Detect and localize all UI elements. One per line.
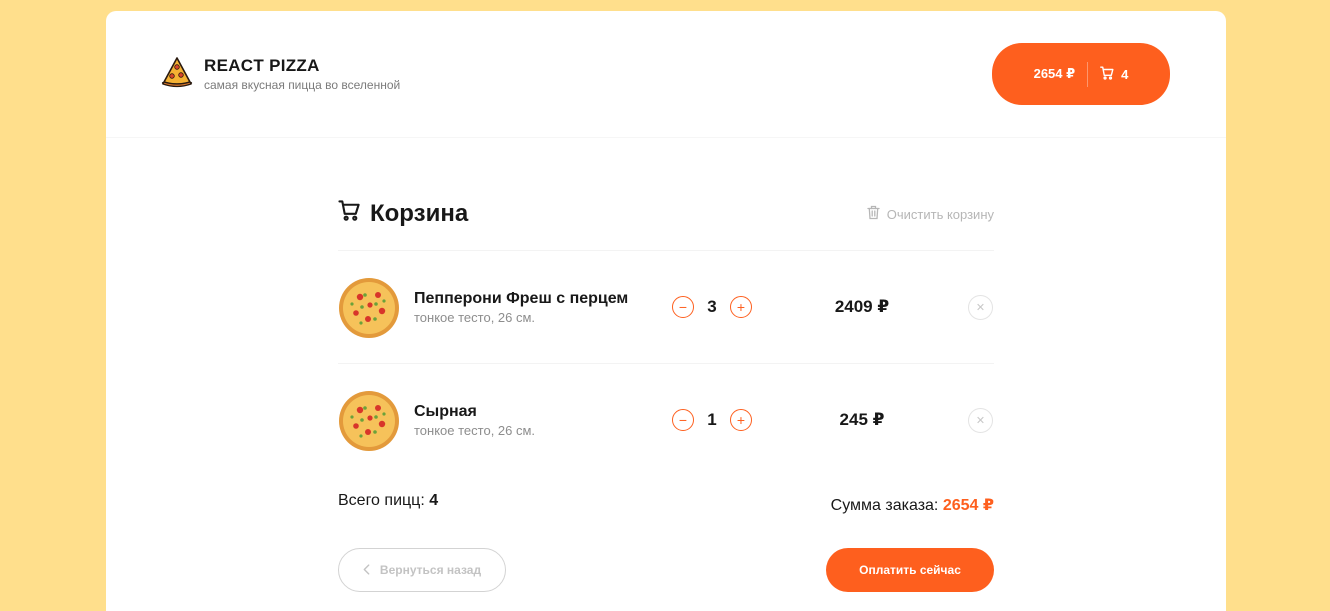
- header: REACT PIZZA самая вкусная пицца во вселе…: [106, 11, 1226, 138]
- trash-icon: [867, 205, 887, 223]
- clear-cart-button[interactable]: Очистить корзину: [867, 205, 994, 223]
- cart-section: Корзина Очистить корзину Пепперони Фреш …: [338, 199, 994, 592]
- pay-button-label: Оплатить сейчас: [859, 563, 961, 577]
- item-description: тонкое тесто, 26 см.: [414, 310, 536, 325]
- item-price: 2409 ₽: [834, 297, 890, 316]
- header-cart-button[interactable]: 2654 ₽ 4: [992, 43, 1170, 105]
- header-cart-price: 2654 ₽: [1033, 66, 1076, 81]
- header-cart-count: 4: [1121, 66, 1129, 82]
- back-button-label: Вернуться назад: [379, 563, 482, 577]
- cart-summary: Всего пицц: 4 Сумма заказа: 2654 ₽: [338, 492, 994, 516]
- cart-item: Сырная тонкое тесто, 26 см. − 1 + 245 ₽ …: [338, 363, 994, 476]
- item-quantity: 1: [707, 410, 717, 429]
- cart-icon: [338, 199, 370, 229]
- total-count: Всего пицц: 4: [338, 492, 438, 510]
- total-count-label: Всего пицц:: [338, 492, 425, 509]
- total-sum-label: Сумма заказа:: [830, 497, 939, 514]
- item-price: 245 ₽: [839, 410, 885, 429]
- cart-heading: Корзина: [338, 199, 468, 229]
- item-description: тонкое тесто, 26 см.: [414, 423, 536, 438]
- item-quantity: 3: [707, 297, 717, 316]
- header-cart-divider: [1087, 61, 1089, 87]
- total-sum: Сумма заказа: 2654 ₽: [831, 495, 994, 515]
- cart-icon: [1100, 65, 1121, 83]
- chevron-left-icon: [363, 562, 370, 578]
- pizza-image: [338, 277, 400, 339]
- increment-button[interactable]: +: [730, 296, 752, 318]
- logo[interactable]: REACT PIZZA самая вкусная пицца во вселе…: [161, 55, 400, 94]
- remove-item-button[interactable]: ✕: [968, 295, 993, 320]
- item-name: Сырная: [414, 403, 477, 420]
- cart-top: Корзина Очистить корзину: [338, 199, 994, 229]
- pay-button[interactable]: Оплатить сейчас: [826, 548, 994, 592]
- pizza-slice-icon: [161, 55, 193, 94]
- increment-button[interactable]: +: [730, 409, 752, 431]
- clear-cart-label: Очистить корзину: [886, 206, 994, 222]
- decrement-button[interactable]: −: [672, 409, 694, 431]
- app-title: REACT PIZZA: [204, 56, 320, 75]
- pizza-image: [338, 390, 400, 452]
- cart-item: Пепперони Фреш с перцем тонкое тесто, 26…: [338, 250, 994, 363]
- decrement-button[interactable]: −: [672, 296, 694, 318]
- quantity-stepper: − 1 +: [672, 409, 752, 431]
- quantity-stepper: − 3 +: [672, 296, 752, 318]
- back-button[interactable]: Вернуться назад: [338, 548, 506, 592]
- total-count-value: 4: [429, 492, 439, 509]
- remove-item-button[interactable]: ✕: [968, 408, 993, 433]
- item-name: Пепперони Фреш с перцем: [414, 290, 629, 307]
- app-subtitle: самая вкусная пицца во вселенной: [204, 78, 401, 92]
- total-sum-value: 2654 ₽: [942, 497, 994, 514]
- cart-title: Корзина: [370, 200, 469, 227]
